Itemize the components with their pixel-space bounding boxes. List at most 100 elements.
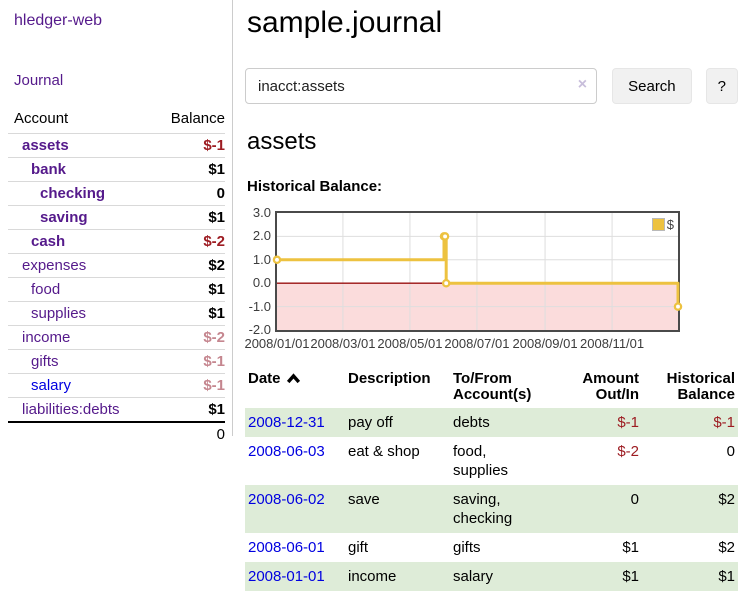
account-row: expenses $2 xyxy=(8,254,225,278)
account-link-food[interactable]: food xyxy=(31,281,60,298)
register-row: 2008-06-02 save saving, checking 0 $2 xyxy=(245,485,738,533)
accounts-total-row: 0 xyxy=(8,422,225,446)
account-row: salary $-1 xyxy=(8,374,225,398)
account-link-cash[interactable]: cash xyxy=(31,233,65,250)
account-balance: $2 xyxy=(117,254,226,278)
app-brand-link[interactable]: hledger-web xyxy=(14,12,232,30)
account-row: bank $1 xyxy=(8,158,225,182)
account-row: liabilities:debts $1 xyxy=(8,398,225,423)
account-heading: assets xyxy=(247,128,738,156)
account-row: assets $-1 xyxy=(8,134,225,158)
register-row: 2008-06-01 gift gifts $1 $2 xyxy=(245,533,738,562)
search-bar: × Search ? xyxy=(245,68,738,104)
transaction-balance: $1 xyxy=(642,562,738,591)
account-balance: $1 xyxy=(117,398,226,423)
accounts-table: Account Balance assets $-1 bank $1 check… xyxy=(8,108,225,446)
transaction-description: income xyxy=(345,562,450,591)
account-link-liabilities-debts[interactable]: liabilities:debts xyxy=(22,401,120,418)
chart-legend: $ xyxy=(651,217,675,232)
account-link-saving[interactable]: saving xyxy=(40,209,88,226)
register-col-date[interactable]: Date xyxy=(245,369,345,408)
main-content: sample.journal × Search ? assets Histori… xyxy=(245,0,738,591)
search-button[interactable]: Search xyxy=(612,68,692,104)
transaction-balance: $2 xyxy=(642,533,738,562)
transaction-description: gift xyxy=(345,533,450,562)
transaction-accounts: food, supplies xyxy=(450,437,545,485)
historical-balance-chart: 3.02.01.00.0-1.0-2.0 $ 2008/01/012008/03… xyxy=(245,203,705,355)
transaction-accounts: gifts xyxy=(450,533,545,562)
transaction-description: eat & shop xyxy=(345,437,450,485)
register-col-description[interactable]: Description xyxy=(345,369,450,408)
sort-ascending-icon xyxy=(286,372,301,388)
help-button[interactable]: ? xyxy=(706,68,738,104)
account-row: gifts $-1 xyxy=(8,350,225,374)
sidebar: hledger-web Journal Account Balance asse… xyxy=(0,0,233,436)
y-tick-label: 2.0 xyxy=(245,228,271,244)
transaction-amount: $-1 xyxy=(545,408,642,437)
y-tick-label: 0.0 xyxy=(245,275,271,291)
register-row: 2008-12-31 pay off debts $-1 $-1 xyxy=(245,408,738,437)
transaction-date-link[interactable]: 2008-06-03 xyxy=(248,443,325,460)
legend-swatch-icon xyxy=(652,218,665,231)
register-row: 2008-01-01 income salary $1 $1 xyxy=(245,562,738,591)
x-tick-label: 2008/09/01 xyxy=(513,336,578,351)
transaction-description: save xyxy=(345,485,450,533)
chart-plot-area[interactable]: $ xyxy=(275,211,680,332)
register-row: 2008-06-03 eat & shop food, supplies $-2… xyxy=(245,437,738,485)
account-link-checking[interactable]: checking xyxy=(40,185,105,202)
x-tick-label: 2008/03/01 xyxy=(310,336,375,351)
register-col-accounts[interactable]: To/From Account(s) xyxy=(450,369,545,408)
account-row: cash $-2 xyxy=(8,230,225,254)
transaction-amount: $1 xyxy=(545,562,642,591)
account-balance: $1 xyxy=(117,302,226,326)
accounts-col-account: Account xyxy=(8,108,117,134)
nav-journal-link[interactable]: Journal xyxy=(14,72,232,89)
transaction-description: pay off xyxy=(345,408,450,437)
transaction-balance: 0 xyxy=(642,437,738,485)
transaction-amount: $1 xyxy=(545,533,642,562)
accounts-col-balance: Balance xyxy=(117,108,226,134)
legend-label: $ xyxy=(667,217,674,232)
account-balance: $-2 xyxy=(117,230,226,254)
register-col-amount[interactable]: Amount Out/In xyxy=(545,369,642,408)
account-link-assets[interactable]: assets xyxy=(22,137,69,154)
account-link-salary[interactable]: salary xyxy=(31,377,71,394)
account-link-gifts[interactable]: gifts xyxy=(31,353,59,370)
account-balance: $-1 xyxy=(117,134,226,158)
transaction-accounts: salary xyxy=(450,562,545,591)
account-row: food $1 xyxy=(8,278,225,302)
transaction-date-link[interactable]: 2008-12-31 xyxy=(248,414,325,431)
y-tick-label: 3.0 xyxy=(245,205,271,221)
register-table: Date Description To/From Account(s) Amou… xyxy=(245,369,738,591)
account-link-bank[interactable]: bank xyxy=(31,161,66,178)
account-balance: 0 xyxy=(117,182,226,206)
account-link-income[interactable]: income xyxy=(22,329,70,346)
transaction-accounts: debts xyxy=(450,408,545,437)
account-row: supplies $1 xyxy=(8,302,225,326)
account-row: saving $1 xyxy=(8,206,225,230)
account-balance: $-1 xyxy=(117,374,226,398)
y-tick-label: -1.0 xyxy=(245,299,271,315)
account-link-supplies[interactable]: supplies xyxy=(31,305,86,322)
transaction-balance: $-1 xyxy=(642,408,738,437)
clear-search-icon[interactable]: × xyxy=(578,76,587,94)
transaction-date-link[interactable]: 2008-06-01 xyxy=(248,539,325,556)
transaction-amount: $-2 xyxy=(545,437,642,485)
search-input[interactable] xyxy=(245,68,597,104)
account-balance: $1 xyxy=(117,206,226,230)
x-tick-label: 2008/05/01 xyxy=(377,336,442,351)
x-tick-label: 2008/01/01 xyxy=(244,336,309,351)
transaction-date-link[interactable]: 2008-06-02 xyxy=(248,491,325,508)
transaction-date-link[interactable]: 2008-01-01 xyxy=(248,568,325,585)
transaction-accounts: saving, checking xyxy=(450,485,545,533)
account-link-expenses[interactable]: expenses xyxy=(22,257,86,274)
account-balance: $-2 xyxy=(117,326,226,350)
x-tick-label: 2008/11/01 xyxy=(580,336,644,351)
account-balance: $1 xyxy=(117,278,226,302)
chart-title: Historical Balance: xyxy=(247,178,738,195)
register-col-balance[interactable]: Historical Balance xyxy=(642,369,738,408)
x-tick-label: 2008/07/01 xyxy=(444,336,509,351)
account-row: checking 0 xyxy=(8,182,225,206)
transaction-amount: 0 xyxy=(545,485,642,533)
page-title: sample.journal xyxy=(247,6,738,40)
